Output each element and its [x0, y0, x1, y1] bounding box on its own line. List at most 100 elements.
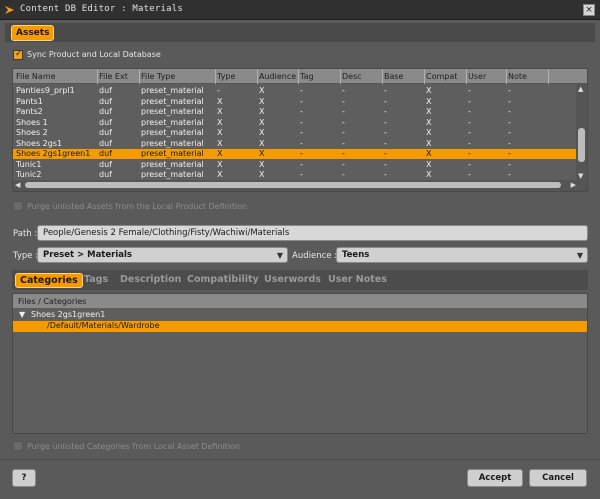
- column-divider[interactable]: [424, 69, 425, 84]
- purge-assets-label: Purge unlisted Assets from the Local Pro…: [27, 202, 248, 211]
- table-cell: X: [426, 149, 432, 158]
- table-cell: -: [300, 159, 303, 169]
- table-cell: X: [426, 170, 432, 179]
- table-cell: -: [384, 138, 387, 148]
- table-cell: X: [217, 159, 223, 169]
- column-header[interactable]: File Name: [16, 72, 56, 81]
- table-cell: -: [508, 117, 511, 127]
- table-cell: X: [426, 96, 432, 106]
- help-button[interactable]: ?: [12, 469, 36, 487]
- type-select[interactable]: Preset > Materials ▼: [37, 247, 288, 263]
- column-divider[interactable]: [139, 69, 140, 84]
- table-cell: X: [217, 107, 223, 116]
- column-header[interactable]: User: [468, 72, 486, 81]
- column-divider[interactable]: [382, 69, 383, 84]
- expand-triangle-icon[interactable]: ▼: [19, 310, 25, 319]
- tab-compatibility[interactable]: Compatibility: [183, 273, 263, 286]
- tree-item-category[interactable]: /Default/Materials/Wardrobe: [13, 321, 587, 332]
- tab-assets[interactable]: Assets: [11, 25, 55, 41]
- assets-tab-strip: Assets: [5, 23, 595, 42]
- column-header[interactable]: Type: [217, 72, 235, 81]
- table-row[interactable]: Shoes 2 duf preset_material X X - - - X - -: [13, 128, 577, 138]
- purge-assets-checkbox[interactable]: [13, 201, 23, 211]
- column-header[interactable]: File Type: [141, 72, 175, 81]
- table-cell: -: [384, 159, 387, 169]
- column-divider[interactable]: [215, 69, 216, 84]
- table-row[interactable]: Tunic1 duf preset_material X X - - - X - -: [13, 160, 577, 170]
- table-cell: -: [508, 138, 511, 148]
- table-cell: -: [300, 107, 303, 116]
- accept-button[interactable]: Accept: [467, 469, 523, 487]
- column-divider[interactable]: [340, 69, 341, 84]
- table-cell: -: [468, 128, 471, 137]
- column-header[interactable]: File Ext: [99, 72, 128, 81]
- table-header: File Name File Ext File Type Type Audience Ta…: [13, 69, 587, 84]
- column-divider[interactable]: [466, 69, 467, 84]
- tab-description[interactable]: Description: [116, 273, 185, 286]
- table-cell: -: [342, 107, 345, 116]
- assets-table[interactable]: File Name File Ext File Type Type Audience Ta…: [12, 68, 588, 192]
- scrollbar-thumb[interactable]: [25, 182, 561, 188]
- type-label: Type :: [13, 251, 39, 261]
- tree-item-file[interactable]: ▼ Shoes 2gs1green1: [13, 310, 587, 321]
- table-cell: duf: [99, 149, 112, 158]
- table-cell: duf: [99, 159, 112, 169]
- column-header[interactable]: Tag: [300, 72, 314, 81]
- close-icon[interactable]: ×: [583, 4, 595, 16]
- column-divider[interactable]: [298, 69, 299, 84]
- table-cell: X: [259, 117, 265, 127]
- table-cell: preset_material: [141, 117, 204, 127]
- tab-tags[interactable]: Tags: [80, 273, 112, 286]
- table-row[interactable]: Shoes 1 duf preset_material X X - - - X - -: [13, 118, 577, 128]
- column-header[interactable]: Compat: [426, 72, 457, 81]
- table-row[interactable]: Pants1 duf preset_material X X - - - X - -: [13, 97, 577, 107]
- scroll-down-icon[interactable]: ▼: [578, 172, 583, 180]
- scroll-left-icon[interactable]: ◀: [15, 181, 20, 189]
- cancel-button[interactable]: Cancel: [529, 469, 587, 487]
- tab-categories[interactable]: Categories: [15, 273, 83, 288]
- audience-select[interactable]: Teens ▼: [336, 247, 588, 263]
- table-cell: Panties9_prpl1: [16, 86, 75, 95]
- scrollbar-thumb[interactable]: [578, 128, 585, 162]
- scroll-right-icon[interactable]: ▶: [571, 181, 576, 189]
- column-divider[interactable]: [548, 69, 549, 84]
- table-row[interactable]: Tunic2 duf preset_material X X - - - X - -: [13, 170, 577, 180]
- table-cell: X: [426, 138, 432, 148]
- sync-checkbox[interactable]: ✓: [13, 49, 23, 60]
- tab-userwords[interactable]: Userwords: [260, 273, 325, 286]
- column-divider[interactable]: [257, 69, 258, 84]
- table-cell: preset_material: [141, 138, 204, 148]
- column-divider[interactable]: [506, 69, 507, 84]
- table-cell: X: [426, 159, 432, 169]
- column-header[interactable]: Audience: [259, 72, 296, 81]
- table-cell: X: [259, 107, 265, 116]
- chevron-down-icon: ▼: [576, 251, 583, 260]
- column-divider[interactable]: [97, 69, 98, 84]
- purge-categories-label: Purge unlisted Categories from Local Ass…: [27, 442, 241, 451]
- table-cell: X: [426, 117, 432, 127]
- table-row[interactable]: Shoes 2gs1green1 duf preset_material X X - - - X…: [13, 149, 577, 159]
- column-header[interactable]: Note: [508, 72, 527, 81]
- audience-label: Audience :: [292, 251, 338, 261]
- path-field[interactable]: People/Genesis 2 Female/Clothing/Fisty/W…: [37, 225, 588, 241]
- table-cell: -: [384, 128, 387, 137]
- vertical-scrollbar[interactable]: ▲ ▼: [576, 84, 587, 181]
- column-header[interactable]: Base: [384, 72, 403, 81]
- purge-categories-checkbox[interactable]: [13, 441, 23, 451]
- table-cell: -: [508, 159, 511, 169]
- table-row[interactable]: Pants2 duf preset_material X X - - - X - -: [13, 107, 577, 117]
- table-cell: preset_material: [141, 128, 204, 137]
- table-cell: -: [300, 149, 303, 158]
- scroll-up-icon[interactable]: ▲: [578, 85, 583, 93]
- table-cell: Pants1: [16, 96, 43, 106]
- horizontal-scrollbar[interactable]: ◀ ▶: [13, 180, 587, 191]
- table-row[interactable]: Panties9_prpl1 duf preset_material - X - - - X - -: [13, 86, 577, 96]
- table-row[interactable]: Shoes 2gs1 duf preset_material X X - - - X - -: [13, 139, 577, 149]
- table-cell: Shoes 1: [16, 117, 48, 127]
- path-label: Path :: [13, 229, 38, 239]
- table-cell: -: [508, 170, 511, 179]
- table-cell: X: [259, 159, 265, 169]
- tab-user-notes[interactable]: User Notes: [324, 273, 391, 286]
- table-cell: -: [468, 149, 471, 158]
- column-header[interactable]: Desc: [342, 72, 362, 81]
